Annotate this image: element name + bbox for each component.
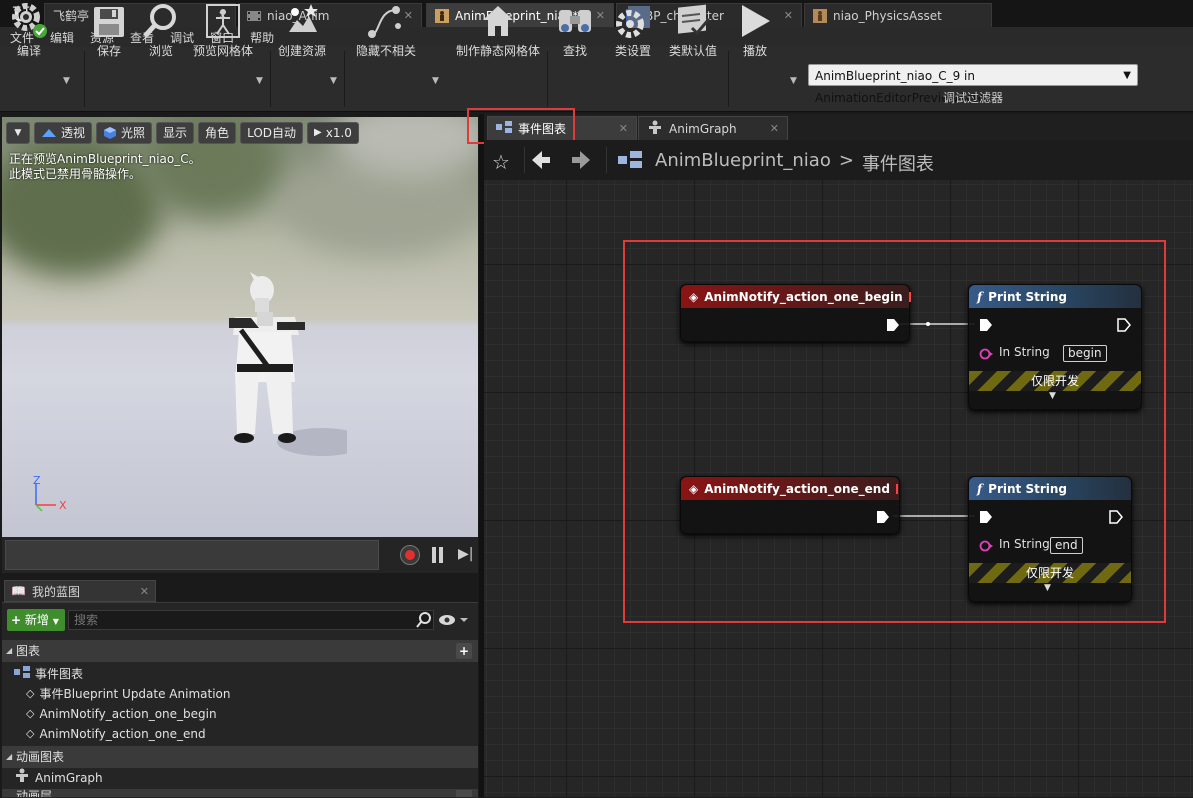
- expand-arrow-icon[interactable]: ▼: [1049, 391, 1056, 401]
- exec-input-pin[interactable]: [979, 510, 993, 524]
- event-node-end[interactable]: ◈ AnimNotify_action_one_end: [680, 476, 900, 534]
- in-string-value-input[interactable]: begin: [1063, 345, 1107, 362]
- scrollbar[interactable]: [456, 790, 472, 797]
- string-pin-icon[interactable]: [979, 348, 993, 362]
- function-icon: f: [977, 289, 983, 304]
- function-node-header: f Print String: [969, 477, 1131, 500]
- exec-output-pin[interactable]: [886, 318, 900, 332]
- development-only-banner: 仅限开发: [969, 371, 1141, 391]
- event-node-begin[interactable]: ◈ AnimNotify_action_one_begin: [680, 284, 911, 342]
- exec-input-pin[interactable]: [979, 318, 993, 332]
- print-string-node-begin[interactable]: f Print String In String begin 仅限开发 ▼: [968, 284, 1142, 410]
- event-node-header: ◈ AnimNotify_action_one_begin: [681, 285, 911, 308]
- event-node-header: ◈ AnimNotify_action_one_end: [681, 477, 899, 500]
- print-string-node-end[interactable]: f Print String In String end 仅限开发 ▼: [968, 476, 1132, 602]
- development-only-banner: 仅限开发: [969, 563, 1131, 583]
- event-node-title: AnimNotify_action_one_end: [704, 481, 890, 496]
- function-node-title: Print String: [988, 289, 1067, 304]
- delegate-pin-icon[interactable]: [908, 291, 911, 302]
- string-pin-icon[interactable]: [979, 540, 993, 554]
- function-node-title: Print String: [988, 481, 1067, 496]
- development-only-label: 仅限开发: [1025, 566, 1074, 580]
- expand-arrow-icon[interactable]: ▼: [1044, 583, 1051, 593]
- event-node-title: AnimNotify_action_one_begin: [704, 289, 903, 304]
- exec-output-pin[interactable]: [876, 510, 890, 524]
- event-diamond-icon: ◈: [689, 289, 699, 304]
- exec-output-pin[interactable]: [1109, 510, 1123, 524]
- development-only-label: 仅限开发: [1030, 374, 1079, 388]
- in-string-value-input[interactable]: end: [1050, 537, 1083, 554]
- exec-output-pin[interactable]: [1117, 318, 1131, 332]
- in-string-label: In String: [999, 345, 1050, 359]
- function-icon: f: [977, 481, 983, 496]
- event-diamond-icon: ◈: [689, 481, 699, 496]
- in-string-label: In String: [999, 537, 1050, 551]
- function-node-header: f Print String: [969, 285, 1141, 308]
- delegate-pin-icon[interactable]: [895, 483, 898, 494]
